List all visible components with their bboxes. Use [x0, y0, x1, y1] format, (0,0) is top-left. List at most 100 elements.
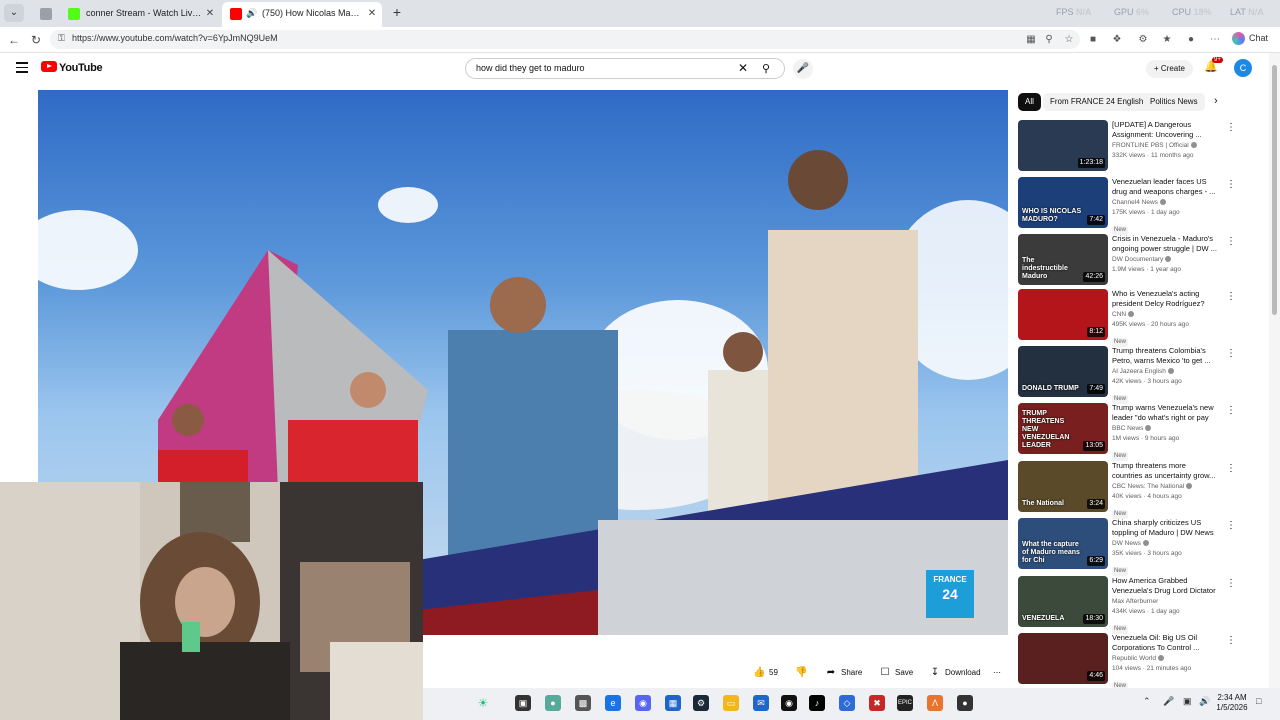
speaker-icon[interactable]: 🔊: [246, 2, 257, 25]
app-icon[interactable]: ◇: [839, 695, 855, 711]
channel-name[interactable]: CNN: [1112, 310, 1218, 320]
puzzle-icon[interactable]: ❖: [1110, 33, 1124, 47]
recommendation-item[interactable]: 4:46 Venezuela Oil: Big US Oil Corporatio…: [1018, 633, 1236, 691]
chip-from-france24[interactable]: From FRANCE 24 English: [1043, 93, 1151, 111]
game-icon[interactable]: ✖: [869, 695, 885, 711]
video-thumbnail[interactable]: What the capture of Maduro means for Chi…: [1018, 518, 1108, 569]
tab-kick-stream[interactable]: conner Stream - Watch Live on Kic ✕: [60, 2, 220, 27]
channel-name[interactable]: Channel4 News: [1112, 198, 1218, 208]
app-icon[interactable]: ▦: [1024, 33, 1038, 47]
channel-name[interactable]: BBC News: [1112, 424, 1218, 434]
recommendation-item[interactable]: 8:12 Who is Venezuela's acting president …: [1018, 289, 1236, 347]
video-thumbnail[interactable]: 8:12: [1018, 289, 1108, 340]
page-scrollbar[interactable]: [1269, 53, 1280, 688]
dislike-button[interactable]: 👎: [795, 664, 811, 682]
favorite-star-icon[interactable]: ☆: [1062, 33, 1076, 47]
microphone-tray-icon[interactable]: 🎤: [1163, 696, 1174, 707]
more-actions-icon[interactable]: ⋯: [993, 664, 1001, 682]
channel-name[interactable]: DW News: [1112, 539, 1218, 549]
tab-list-button[interactable]: ⌄: [4, 4, 24, 22]
recommendation-item[interactable]: 1:23:18 [UPDATE] A Dangerous Assignment: …: [1018, 120, 1236, 172]
create-button[interactable]: + Create: [1146, 60, 1193, 78]
profile-icon[interactable]: ●: [1184, 33, 1198, 47]
video-title[interactable]: Venezuelan leader faces US drug and weap…: [1112, 177, 1218, 197]
channel-name[interactable]: CBC News: The National: [1112, 482, 1218, 492]
close-icon[interactable]: ✕: [366, 2, 378, 25]
video-title[interactable]: China sharply criticizes US toppling of …: [1112, 518, 1218, 538]
copilot-chat-button[interactable]: Chat: [1232, 32, 1268, 45]
reload-icon[interactable]: ↻: [28, 32, 44, 48]
copilot-app-icon[interactable]: ●: [545, 695, 561, 711]
video-title[interactable]: Trump warns Venezuela's new leader "do w…: [1112, 403, 1218, 423]
more-menu-icon[interactable]: ⋯: [1208, 33, 1222, 47]
more-options-icon[interactable]: ⋮: [1226, 122, 1236, 133]
tiktok-icon[interactable]: ♪: [809, 695, 825, 711]
widgets-icon[interactable]: ☀: [475, 695, 491, 711]
chevron-up-icon[interactable]: ⌃: [1143, 696, 1151, 707]
video-title[interactable]: Trump threatens more countries as uncert…: [1112, 461, 1218, 481]
recommendation-item[interactable]: TRUMP THREATENS NEW VENEZUELAN LEADER 13:…: [1018, 403, 1236, 461]
video-thumbnail[interactable]: The indestructible Maduro 42:26: [1018, 234, 1108, 285]
video-title[interactable]: Venezuela Oil: Big US Oil Corporations T…: [1112, 633, 1218, 653]
video-thumbnail[interactable]: VENEZUELA 18:30: [1018, 576, 1108, 627]
avatar[interactable]: C: [1234, 59, 1252, 77]
screen-icon[interactable]: ▩: [575, 695, 591, 711]
recommendation-item[interactable]: DONALD TRUMP 7:49 Trump threatens Colombia…: [1018, 346, 1236, 404]
search-box[interactable]: how did they get to maduro ✕ ⚲: [465, 58, 785, 79]
back-icon[interactable]: ←: [6, 32, 22, 48]
channel-name[interactable]: Max Afterburner: [1112, 597, 1218, 607]
network-icon[interactable]: ▣: [1183, 696, 1192, 707]
edge-icon[interactable]: e: [605, 695, 621, 711]
more-options-icon[interactable]: ⋮: [1226, 463, 1236, 474]
store-icon[interactable]: ▦: [665, 695, 681, 711]
video-title[interactable]: Crisis in Venezuela - Maduro's ongoing p…: [1112, 234, 1218, 254]
epic-games-icon[interactable]: EPIC: [897, 695, 913, 711]
search-icon[interactable]: ⚲: [762, 62, 770, 75]
channel-name[interactable]: Al Jazeera English: [1112, 367, 1218, 377]
video-title[interactable]: Trump threatens Colombia's Petro, warns …: [1112, 346, 1218, 366]
extension-icon[interactable]: ■: [1086, 33, 1100, 47]
outlook-icon[interactable]: ✉: [753, 695, 769, 711]
microphone-icon[interactable]: 🎤: [793, 59, 813, 79]
settings-icon[interactable]: ⚙: [1136, 33, 1150, 47]
video-title[interactable]: [UPDATE] A Dangerous Assignment: Uncover…: [1112, 120, 1218, 140]
download-button[interactable]: ↧ Download: [929, 664, 981, 682]
recommendation-item[interactable]: What the capture of Maduro means for Chi…: [1018, 518, 1236, 576]
channel-name[interactable]: Republic World: [1112, 654, 1218, 664]
channel-name[interactable]: DW Documentary: [1112, 255, 1218, 265]
scrollbar-thumb[interactable]: [1272, 65, 1277, 315]
more-options-icon[interactable]: ⋮: [1226, 578, 1236, 589]
more-options-icon[interactable]: ⋮: [1226, 179, 1236, 190]
steam-icon[interactable]: ⚙: [693, 695, 709, 711]
more-options-icon[interactable]: ⋮: [1226, 520, 1236, 531]
video-title[interactable]: How America Grabbed Venezuela's Drug Lor…: [1112, 576, 1218, 596]
tab-pinned[interactable]: [32, 2, 60, 27]
more-options-icon[interactable]: ⋮: [1226, 348, 1236, 359]
chevron-right-icon[interactable]: ›: [1214, 95, 1218, 107]
video-thumbnail[interactable]: 4:46: [1018, 633, 1108, 684]
recommendation-item[interactable]: WHO IS NICOLAS MADURO? 7:42 Venezuelan lea…: [1018, 177, 1236, 235]
tab-youtube[interactable]: (750) How Nicolas Maduro to 🔊 ✕: [222, 2, 382, 27]
save-button[interactable]: ☐ Save: [879, 664, 914, 682]
like-button[interactable]: 👍 59: [753, 664, 778, 682]
more-options-icon[interactable]: ⋮: [1226, 635, 1236, 646]
notification-center-icon[interactable]: □: [1256, 696, 1261, 706]
recommendation-item[interactable]: VENEZUELA 18:30 How America Grabbed Venezu…: [1018, 576, 1236, 634]
url-field[interactable]: ⚿ https://www.youtube.com/watch?v=6YpJmN…: [50, 30, 1080, 49]
volume-icon[interactable]: 🔊: [1199, 696, 1210, 707]
more-options-icon[interactable]: ⋮: [1226, 291, 1236, 302]
system-clock[interactable]: 2:34 AM 1/5/2026: [1214, 693, 1250, 713]
more-options-icon[interactable]: ⋮: [1226, 236, 1236, 247]
new-tab-button[interactable]: +: [388, 4, 406, 22]
recommendation-item[interactable]: The indestructible Maduro 42:26 Crisis in …: [1018, 234, 1236, 286]
share-button[interactable]: ➦ Share: [825, 664, 863, 682]
video-thumbnail[interactable]: TRUMP THREATENS NEW VENEZUELAN LEADER 13:…: [1018, 403, 1108, 454]
menu-icon[interactable]: [16, 62, 28, 74]
discord-icon[interactable]: ◉: [635, 695, 651, 711]
recording-icon[interactable]: ●: [957, 695, 973, 711]
video-thumbnail[interactable]: DONALD TRUMP 7:49: [1018, 346, 1108, 397]
clear-icon[interactable]: ✕: [738, 61, 748, 75]
video-thumbnail[interactable]: 1:23:18: [1018, 120, 1108, 171]
obs-icon[interactable]: ◉: [781, 695, 797, 711]
task-view-icon[interactable]: ▣: [515, 695, 531, 711]
